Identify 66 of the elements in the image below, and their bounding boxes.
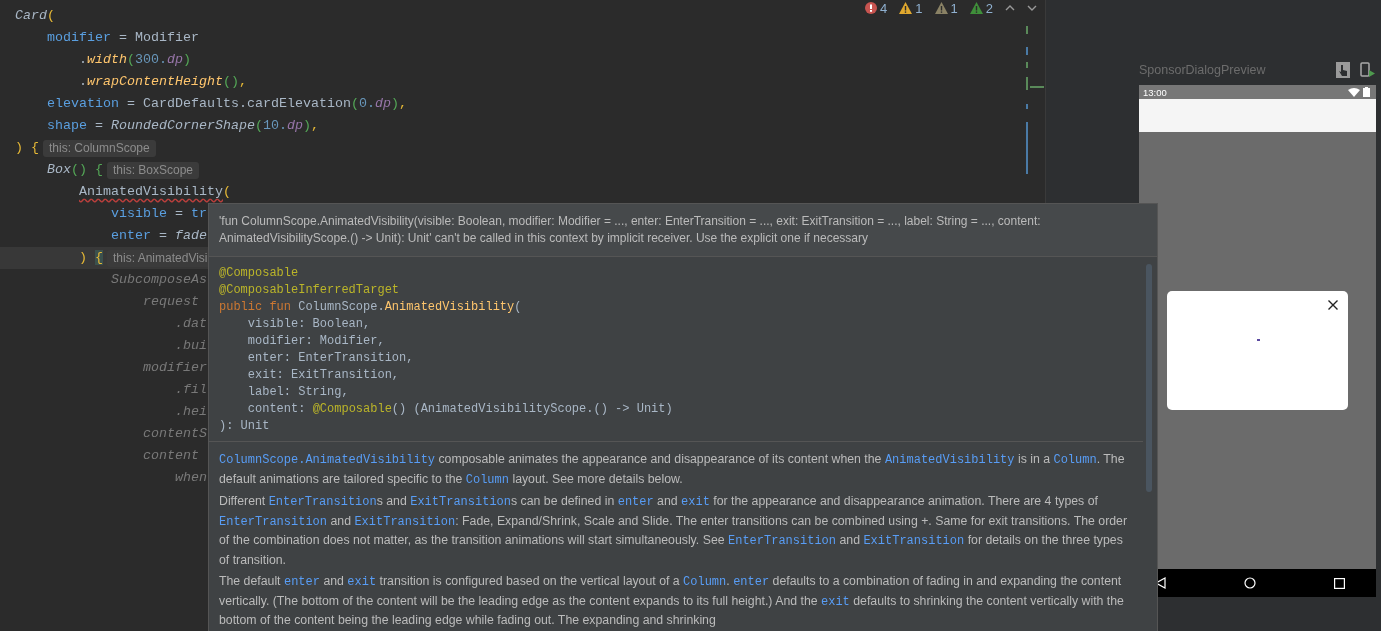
wifi-icon [1348,87,1360,97]
change-marker [1026,47,1028,55]
code-line: shape = RoundedCornerShape(10.dp), [46,117,319,135]
battery-icon [1363,87,1370,97]
doc-paragraph: ColumnScope.AnimatedVisibility composable animates the appearance and disappearance of its content when the AnimatedVisibility is in a Column. The default animations are tailored specific to the Column layout. See more details below. [219,451,1126,489]
preview-title: SponsorDialogPreview [1139,63,1266,77]
home-icon[interactable] [1244,577,1256,589]
signature-line: visible: Boolean, [246,316,372,333]
warning-icon[interactable] [969,2,983,14]
chevron-down-icon[interactable] [1027,5,1037,11]
signature-line: content: @Composable() (AnimatedVisibilityScope.() -> Unit) [246,401,674,418]
change-marker [1026,104,1028,109]
change-marker [1026,122,1028,174]
doc-paragraph: The default enter and exit transition is configured based on the vertical layout of a Column. enter defaults to a combination of fading in and expanding the content vertically. (The bottom of the content will be the leading edge as the content expands to its full height.) And the exit defaults to shrinking the content vertically with the bottom of the content being the leading edge while fading out. The expanding and shrinking [219,573,1125,629]
signature-line: label: String, [246,384,350,401]
signature-line: public fun ColumnScope.AnimatedVisibility( [219,299,523,316]
code-line: modifier [142,359,207,377]
code-line: SubcomposeAs [110,271,207,289]
close-icon[interactable] [1328,300,1338,310]
code-line: ) { [78,249,103,267]
error-icon[interactable] [865,2,878,14]
code-line: Box() { [46,161,103,179]
chevron-up-icon[interactable] [1005,5,1015,11]
code-line: contentS [142,425,207,443]
code-line: AnimatedVisibility( [78,183,231,201]
code-line: Card( [15,7,55,25]
change-marker [1026,62,1028,68]
signature-line: ): Unit [219,418,271,435]
doc-paragraph: Different EnterTransitions and ExitTransitions can be defined in enter and exit for the appearance and disappearance animation. There are 4 types of EnterTransition and ExitTransition: Fade, Expand/Shrink, Scale and Slide. The enter transitions can be combined using +. Same for exit transitions. The order of the combination does not matter, as the transition animations will start simultaneously. See EnterTransition and ExitTransition for details on the three types of transition. [219,493,1129,569]
warning-icon[interactable] [899,2,913,14]
problem-count: 4 [880,0,888,16]
change-marker [1026,26,1028,34]
recents-icon[interactable] [1334,577,1345,589]
error-message: 'fun ColumnScope.AnimatedVisibility(visible: Boolean, modifier: Modifier = ..., enter: EnterTransition = ..., exit: ExitTransition = ..., label: String = ..., content: AnimatedVisibilityScope.() -> Unit): Unit' can't be called in this context by implicit receiver. Use the explicit one if necessary [209,204,1157,257]
signature-line: modifier: Modifier, [246,333,386,350]
code-line: elevation = CardDefaults.cardElevation(0.dp), [46,95,407,113]
change-marker [1030,86,1044,88]
problem-count: 2 [985,0,993,16]
code-line: modifier = Modifier [46,29,199,47]
code-line: enter = fade [110,227,207,245]
code-line: .fil [173,381,207,399]
scrollbar[interactable] [1146,264,1152,492]
deploy-preview-icon[interactable] [1360,62,1376,78]
code-line: ) { [15,139,39,157]
inlay-hint: this: ColumnScope [43,139,156,157]
code-line: visible = tr [110,205,207,223]
code-line: request [142,293,199,311]
signature-line: @Composable [219,265,300,282]
code-line: .wrapContentHeight(), [78,73,247,91]
warning-icon[interactable] [934,2,948,14]
code-line: .bui [173,337,207,355]
code-line: .width(300.dp) [78,51,191,69]
back-icon[interactable] [1155,577,1166,589]
signature-line: exit: ExitTransition, [246,367,401,384]
status-time: 13:00 [1143,86,1167,98]
code-line: .hei [173,403,207,421]
signature-line: @ComposableInferredTarget [219,282,401,299]
problem-count: 1 [950,0,958,16]
problem-count: 1 [915,0,923,16]
change-marker [1026,77,1028,90]
inlay-hint: this: BoxScope [107,161,200,179]
code-line: when [173,469,207,487]
signature-line: enter: EnterTransition, [246,350,415,367]
interactive-mode-icon[interactable] [1336,62,1350,78]
code-line: content [142,447,199,465]
code-line: .dat [173,315,207,333]
